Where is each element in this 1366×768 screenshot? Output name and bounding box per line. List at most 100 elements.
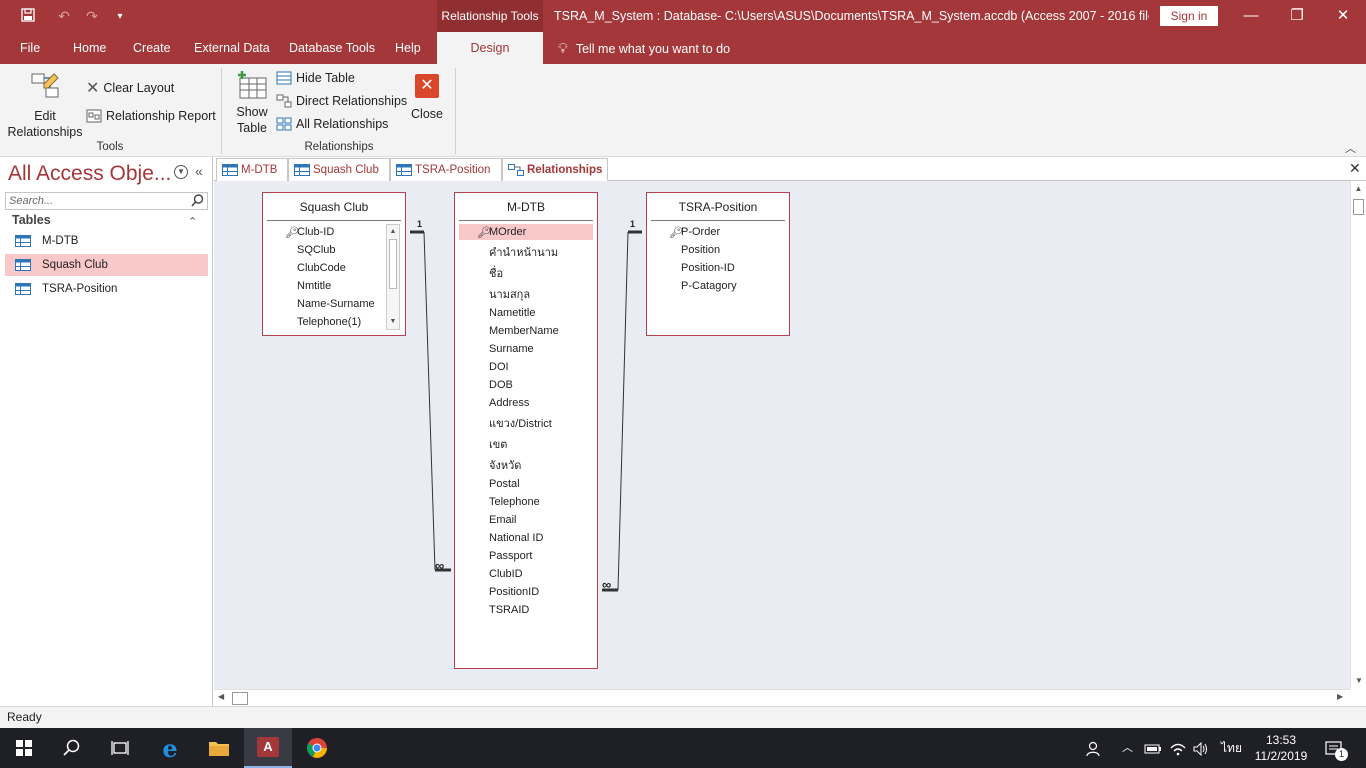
field-item[interactable]: นามสกุล bbox=[489, 285, 530, 303]
redo-icon[interactable]: ↷ bbox=[78, 8, 106, 25]
field-item[interactable]: PositionID bbox=[489, 586, 539, 598]
field-item[interactable]: P-Order bbox=[681, 226, 720, 238]
table-tsra-position[interactable]: TSRA-Position 🔑︎ P-Order Position Positi… bbox=[646, 192, 790, 336]
show-table-button[interactable]: Show Table bbox=[231, 70, 273, 136]
field-item[interactable]: จังหวัด bbox=[489, 456, 521, 474]
direct-relationships-button[interactable]: Direct Relationships bbox=[276, 94, 407, 108]
chrome-icon[interactable] bbox=[293, 728, 341, 768]
tab-file[interactable]: File bbox=[20, 32, 40, 64]
volume-icon[interactable] bbox=[1193, 728, 1209, 768]
nav-item-squash-club[interactable]: Squash Club bbox=[5, 254, 208, 276]
field-item[interactable]: ชื่อ bbox=[489, 264, 503, 282]
minimize-icon[interactable]: — bbox=[1228, 0, 1274, 32]
field-item[interactable]: ClubID bbox=[489, 568, 523, 580]
collapse-ribbon-icon[interactable]: ︿ bbox=[1345, 140, 1356, 156]
scroll-down-icon[interactable]: ▼ bbox=[387, 315, 399, 329]
all-relationships-button[interactable]: All Relationships bbox=[276, 117, 388, 131]
field-list-scrollbar[interactable]: ▲ ▼ bbox=[386, 224, 400, 330]
tell-me-search[interactable]: 💡︎ Tell me what you want to do bbox=[558, 32, 730, 64]
nav-collapse-icon[interactable]: « bbox=[195, 163, 203, 179]
wifi-icon[interactable] bbox=[1170, 728, 1186, 768]
tab-database-tools[interactable]: Database Tools bbox=[289, 32, 375, 64]
field-item[interactable]: MOrder bbox=[489, 226, 526, 238]
clock[interactable]: 13:53 11/2/2019 bbox=[1252, 732, 1310, 764]
doc-tab-squash-club[interactable]: Squash Club bbox=[288, 158, 390, 181]
restore-icon[interactable]: ❐ bbox=[1274, 0, 1320, 32]
people-icon[interactable] bbox=[1085, 728, 1101, 768]
field-item[interactable]: ClubCode bbox=[297, 262, 346, 274]
field-item[interactable]: Nametitle bbox=[489, 307, 535, 319]
field-item[interactable]: P-Catagory bbox=[681, 280, 737, 292]
scroll-down-icon[interactable]: ▼ bbox=[1351, 673, 1366, 689]
nav-item-m-dtb[interactable]: M-DTB bbox=[5, 230, 208, 252]
horizontal-scrollbar[interactable]: ◀ ▶ bbox=[214, 689, 1350, 706]
clear-layout-button[interactable]: ✕ Clear Layout bbox=[86, 78, 174, 98]
nav-section-tables[interactable]: Tables bbox=[12, 213, 51, 227]
scroll-thumb[interactable] bbox=[232, 692, 248, 705]
nav-menu-chevron-icon[interactable]: ▼ bbox=[174, 165, 188, 179]
undo-icon[interactable]: ↶ bbox=[50, 8, 78, 25]
nav-search-input[interactable]: Search... bbox=[5, 192, 208, 210]
field-item[interactable]: เขต bbox=[489, 435, 507, 453]
nav-item-tsra-position[interactable]: TSRA-Position bbox=[5, 278, 208, 300]
hide-table-button[interactable]: Hide Table bbox=[276, 71, 355, 85]
table-title[interactable]: TSRA-Position bbox=[651, 193, 785, 221]
access-icon[interactable]: A bbox=[244, 728, 292, 768]
close-window-icon[interactable]: ✕ bbox=[1320, 0, 1366, 32]
field-item[interactable]: Nmtitle bbox=[297, 280, 331, 292]
table-title[interactable]: Squash Club bbox=[267, 193, 401, 221]
edge-icon[interactable]: e bbox=[146, 728, 194, 768]
scroll-right-icon[interactable]: ▶ bbox=[1337, 692, 1343, 701]
field-item[interactable]: Position-ID bbox=[681, 262, 735, 274]
input-language[interactable]: ไทย bbox=[1221, 728, 1242, 768]
scroll-left-icon[interactable]: ◀ bbox=[218, 692, 224, 701]
edit-relationships-button[interactable]: Edit Relationships bbox=[6, 70, 84, 140]
field-item[interactable]: SQClub bbox=[297, 244, 336, 256]
field-item[interactable]: Email bbox=[489, 514, 517, 526]
search-icon[interactable] bbox=[48, 728, 96, 768]
field-item[interactable]: National ID bbox=[489, 532, 543, 544]
sign-in-button[interactable]: Sign in bbox=[1160, 6, 1218, 26]
tab-help[interactable]: Help bbox=[395, 32, 421, 64]
scroll-thumb[interactable] bbox=[1353, 199, 1364, 215]
field-item[interactable]: Surname bbox=[489, 343, 534, 355]
field-item[interactable]: DOB bbox=[489, 379, 513, 391]
field-item[interactable]: Position bbox=[681, 244, 720, 256]
field-item[interactable]: Telephone(1) bbox=[297, 316, 361, 328]
tab-home[interactable]: Home bbox=[73, 32, 106, 64]
field-item[interactable]: TSRAID bbox=[489, 604, 529, 616]
field-item[interactable]: Postal bbox=[489, 478, 520, 490]
field-item[interactable]: Telephone bbox=[489, 496, 540, 508]
relationships-canvas[interactable]: 1 ∞ 1 ∞ Squash Club 🔑︎ Club-ID SQClub Cl… bbox=[214, 181, 1350, 689]
doc-tab-relationships[interactable]: Relationships bbox=[502, 158, 608, 181]
file-explorer-icon[interactable] bbox=[195, 728, 243, 768]
show-hidden-icons-icon[interactable]: ︿ bbox=[1122, 728, 1133, 768]
field-item[interactable]: แขวง/District bbox=[489, 414, 552, 432]
nav-pane-title[interactable]: All Access Obje... bbox=[8, 162, 171, 186]
table-squash-club[interactable]: Squash Club 🔑︎ Club-ID SQClub ClubCode N… bbox=[262, 192, 406, 336]
doc-tab-m-dtb[interactable]: M-DTB bbox=[216, 158, 288, 181]
field-item[interactable]: DOI bbox=[489, 361, 509, 373]
tab-create[interactable]: Create bbox=[133, 32, 171, 64]
scroll-up-icon[interactable]: ▲ bbox=[387, 225, 399, 239]
tab-design[interactable]: Design bbox=[437, 32, 543, 64]
windows-start-icon[interactable] bbox=[0, 728, 48, 768]
customize-qat-icon[interactable]: ▾ bbox=[106, 11, 134, 22]
scroll-up-icon[interactable]: ▲ bbox=[1351, 181, 1366, 197]
battery-icon[interactable] bbox=[1144, 728, 1162, 768]
field-item[interactable]: MemberName bbox=[489, 325, 559, 337]
doc-tab-tsra-position[interactable]: TSRA-Position bbox=[390, 158, 502, 181]
scroll-thumb[interactable] bbox=[389, 239, 397, 289]
close-document-icon[interactable]: ✕ bbox=[1349, 160, 1361, 177]
field-item[interactable]: Name-Surname bbox=[297, 298, 375, 310]
save-icon[interactable] bbox=[14, 7, 42, 25]
field-item[interactable]: Club-ID bbox=[297, 226, 334, 238]
field-item[interactable]: Passport bbox=[489, 550, 532, 562]
collapse-section-icon[interactable]: ⌃ bbox=[188, 215, 197, 228]
vertical-scrollbar[interactable]: ▲ ▼ bbox=[1350, 181, 1366, 689]
table-m-dtb[interactable]: M-DTB 🔑︎ MOrder คำนำหน้านาม ชื่อ นามสกุล… bbox=[454, 192, 598, 669]
task-view-icon[interactable] bbox=[96, 728, 144, 768]
table-title[interactable]: M-DTB bbox=[459, 193, 593, 221]
tab-external-data[interactable]: External Data bbox=[194, 32, 270, 64]
field-item[interactable]: Address bbox=[489, 397, 529, 409]
